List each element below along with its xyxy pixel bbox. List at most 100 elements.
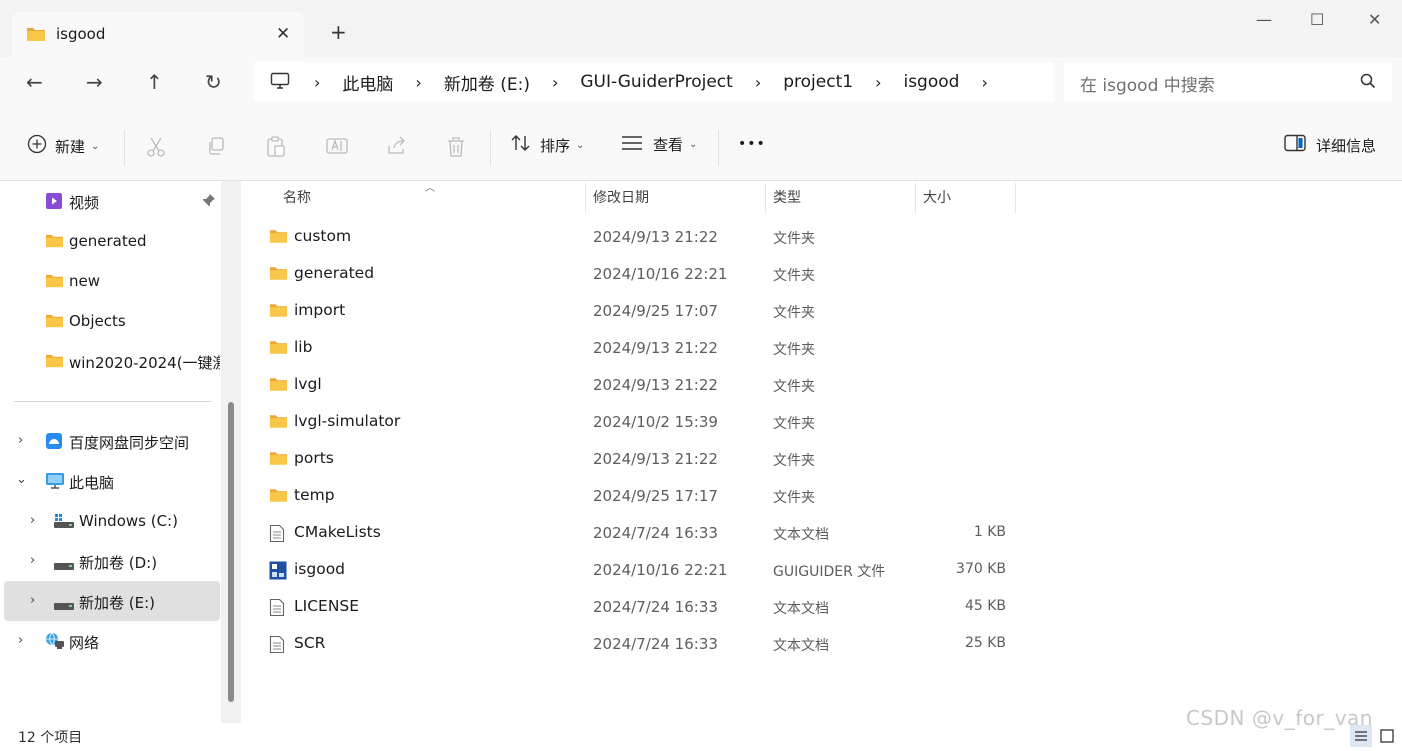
rename-icon[interactable]	[326, 136, 348, 161]
search-input[interactable]: 在 isgood 中搜索	[1080, 71, 1215, 96]
computer-icon	[270, 72, 290, 94]
column-divider[interactable]	[1015, 183, 1016, 213]
sort-button[interactable]: 排序 ⌄	[510, 134, 584, 156]
title-bar: isgood ✕ + — ☐ ✕	[0, 0, 1402, 57]
close-tab-icon[interactable]: ✕	[276, 24, 290, 44]
table-row[interactable]: generated 2024/10/16 22:21 文件夹	[242, 256, 1042, 293]
table-row[interactable]: isgood 2024/10/16 22:21 GUIGUIDER 文件 370 KB	[242, 552, 1042, 589]
column-header-type[interactable]: 类型	[773, 181, 801, 213]
table-row[interactable]: lvgl 2024/9/13 21:22 文件夹	[242, 367, 1042, 404]
file-type: 文件夹	[773, 268, 815, 284]
file-name[interactable]: LICENSE	[294, 597, 359, 615]
cut-icon[interactable]	[146, 136, 166, 163]
sidebar-item-videos[interactable]: 视频	[0, 181, 220, 221]
table-row[interactable]: CMakeLists 2024/7/24 16:33 文本文档 1 KB	[242, 515, 1042, 552]
thumbnail-view-button[interactable]	[1376, 725, 1398, 747]
chevron-right-icon[interactable]: ›	[30, 513, 35, 528]
address-bar[interactable]: › 此电脑 › 新加卷 (E:) › GUI-GuiderProject › p…	[254, 62, 1054, 102]
new-button[interactable]: 新建 ⌄	[27, 134, 99, 158]
sidebar-item-drive-e[interactable]: › 新加卷 (E:)	[4, 581, 220, 621]
sidebar-item-generated[interactable]: generated	[0, 221, 220, 261]
back-button[interactable]: ←	[26, 70, 43, 94]
baidu-drive-icon	[45, 432, 63, 454]
file-name[interactable]: lvgl-simulator	[294, 412, 400, 430]
chevron-right-icon[interactable]: ›	[30, 553, 35, 568]
chevron-right-icon[interactable]: ›	[415, 73, 421, 92]
chevron-right-icon[interactable]: ›	[755, 73, 761, 92]
folder-icon	[269, 376, 288, 396]
search-box[interactable]: 在 isgood 中搜索	[1064, 62, 1392, 102]
table-row[interactable]: custom 2024/9/13 21:22 文件夹	[242, 219, 1042, 256]
column-divider[interactable]	[765, 183, 766, 213]
column-header-date[interactable]: 修改日期	[593, 181, 649, 213]
close-window-button[interactable]: ✕	[1368, 10, 1381, 29]
tab-isgood[interactable]: isgood ✕	[12, 12, 304, 57]
file-name[interactable]: generated	[294, 264, 374, 282]
breadcrumb-this-pc[interactable]: 此电脑	[342, 70, 393, 95]
breadcrumb-project1[interactable]: project1	[783, 72, 853, 92]
file-name[interactable]: import	[294, 301, 345, 319]
column-divider[interactable]	[585, 183, 586, 213]
maximize-button[interactable]: ☐	[1310, 10, 1324, 29]
details-pane-icon	[1284, 134, 1306, 156]
sidebar-item-baidu-drive[interactable]: › 百度网盘同步空间	[0, 421, 220, 461]
more-options-button[interactable]: •••	[738, 136, 766, 152]
details-view-button[interactable]	[1350, 725, 1372, 747]
sidebar-item-drive-d[interactable]: › 新加卷 (D:)	[0, 541, 220, 581]
paste-icon[interactable]	[266, 136, 286, 163]
sidebar-item-win2020[interactable]: win2020-2024(一键激	[0, 341, 220, 381]
file-name[interactable]: temp	[294, 486, 335, 504]
file-date: 2024/9/13 21:22	[593, 450, 718, 468]
view-button[interactable]: 查看 ⌄	[621, 134, 697, 155]
table-row[interactable]: ports 2024/9/13 21:22 文件夹	[242, 441, 1042, 478]
column-header-name[interactable]: 名称	[283, 181, 311, 213]
chevron-right-icon[interactable]: ›	[981, 73, 987, 92]
file-name[interactable]: SCR	[294, 634, 325, 652]
up-button[interactable]: ↑	[146, 70, 163, 94]
chevron-right-icon[interactable]: ›	[552, 73, 558, 92]
folder-icon	[269, 450, 288, 470]
table-row[interactable]: temp 2024/9/25 17:17 文件夹	[242, 478, 1042, 515]
details-pane-button[interactable]: 详细信息	[1284, 134, 1376, 156]
new-tab-button[interactable]: +	[330, 22, 347, 42]
sidebar-item-this-pc[interactable]: ⌄ 此电脑	[0, 461, 220, 501]
file-name[interactable]: custom	[294, 227, 351, 245]
chevron-down-icon[interactable]: ⌄	[16, 472, 27, 487]
forward-button[interactable]: →	[86, 70, 103, 94]
folder-icon	[269, 265, 288, 285]
table-row[interactable]: lvgl-simulator 2024/10/2 15:39 文件夹	[242, 404, 1042, 441]
file-name[interactable]: CMakeLists	[294, 523, 381, 541]
copy-icon[interactable]	[206, 136, 226, 161]
column-divider[interactable]	[915, 183, 916, 213]
pin-icon[interactable]	[202, 193, 216, 211]
breadcrumb-drive-e[interactable]: 新加卷 (E:)	[444, 70, 530, 95]
sidebar-item-network[interactable]: › 网络	[0, 621, 220, 661]
file-name[interactable]: ports	[294, 449, 334, 467]
refresh-button[interactable]: ↻	[205, 70, 222, 94]
sidebar-item-label: Windows (C:)	[79, 512, 178, 530]
table-row[interactable]: import 2024/9/25 17:07 文件夹	[242, 293, 1042, 330]
chevron-right-icon[interactable]: ›	[30, 593, 35, 608]
file-type: 文件夹	[773, 416, 815, 432]
sidebar-item-new[interactable]: new	[0, 261, 220, 301]
breadcrumb-gui-guider-project[interactable]: GUI-GuiderProject	[580, 72, 732, 92]
chevron-right-icon[interactable]: ›	[875, 73, 881, 92]
chevron-right-icon[interactable]: ›	[314, 73, 320, 92]
file-name[interactable]: lvgl	[294, 375, 322, 393]
table-row[interactable]: lib 2024/9/13 21:22 文件夹	[242, 330, 1042, 367]
file-type: 文本文档	[773, 601, 829, 617]
file-name[interactable]: lib	[294, 338, 312, 356]
sidebar-scrollbar-thumb[interactable]	[228, 402, 234, 702]
share-icon[interactable]	[386, 136, 408, 161]
breadcrumb-isgood[interactable]: isgood	[903, 72, 959, 92]
table-row[interactable]: SCR 2024/7/24 16:33 文本文档 25 KB	[242, 626, 1042, 663]
chevron-right-icon[interactable]: ›	[18, 633, 23, 648]
sidebar-item-drive-c[interactable]: › Windows (C:)	[0, 501, 220, 541]
column-header-size[interactable]: 大小	[923, 181, 951, 213]
delete-icon[interactable]	[446, 136, 466, 163]
table-row[interactable]: LICENSE 2024/7/24 16:33 文本文档 45 KB	[242, 589, 1042, 626]
chevron-right-icon[interactable]: ›	[18, 433, 23, 448]
file-name[interactable]: isgood	[294, 560, 345, 578]
sidebar-item-objects[interactable]: Objects	[0, 301, 220, 341]
minimize-button[interactable]: —	[1256, 10, 1272, 29]
